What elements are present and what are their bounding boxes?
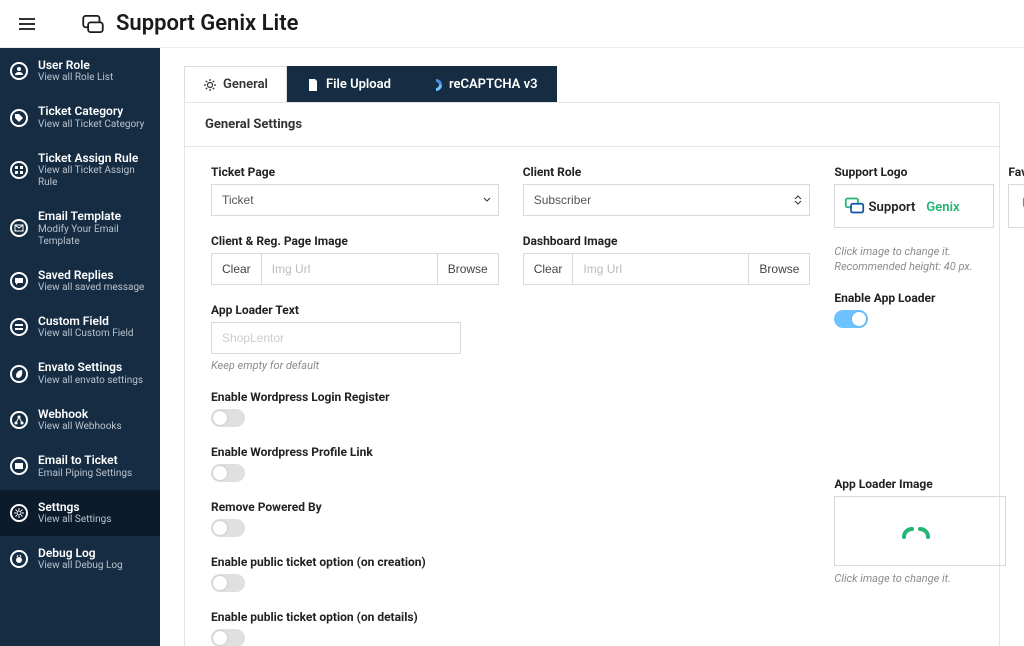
logo-caption: Click image to change it.Recommended hei… [834, 244, 1024, 275]
tag-icon [10, 109, 28, 127]
clear-button[interactable]: Clear [524, 254, 574, 284]
file-icon [306, 78, 320, 92]
tab-general[interactable]: General [184, 66, 287, 102]
webhook-icon [10, 411, 28, 429]
sidebar-item-email-template[interactable]: Email TemplateModify Your Email Template [0, 199, 160, 257]
settings-panel: General Settings Ticket Page Client Role [184, 102, 1000, 646]
sidebar-item-ticket-category[interactable]: Ticket CategoryView all Ticket Category [0, 94, 160, 140]
ticket-page-select[interactable] [211, 184, 499, 216]
logo-mark-icon [80, 11, 106, 37]
dashboard-image-input[interactable] [573, 254, 748, 284]
loader-image-field: App Loader Image Click image to change i… [834, 477, 1024, 646]
support-logo-field: Support Logo Support Genix [834, 165, 994, 228]
envelope-icon [10, 457, 28, 475]
loader-text-input[interactable] [211, 322, 461, 354]
wp-profile-toggle[interactable] [211, 464, 245, 482]
enable-loader-toggle[interactable] [834, 310, 868, 328]
gear-icon [203, 78, 217, 92]
sidebar-item-webhook[interactable]: WebhookView all Webhooks [0, 397, 160, 443]
tab-recaptcha[interactable]: reCAPTCHA v3 [410, 66, 557, 102]
main-content: General File Upload reCAPTCHA v3 General… [160, 48, 1024, 646]
sidebar-item-debug[interactable]: Debug LogView all Debug Log [0, 536, 160, 582]
favicon-image[interactable] [1008, 184, 1024, 228]
sidebar-item-custom-field[interactable]: Custom FieldView all Custom Field [0, 304, 160, 350]
panel-heading: General Settings [185, 103, 999, 147]
sidebar: User RoleView all Role List Ticket Categ… [0, 48, 160, 646]
sidebar-item-saved-replies[interactable]: Saved RepliesView all saved message [0, 258, 160, 304]
public-details-field: Enable public ticket option (on details) [211, 610, 810, 646]
dashboard-image-field: Dashboard Image Clear Browse [523, 234, 811, 285]
public-details-toggle[interactable] [211, 629, 245, 646]
sidebar-item-user-role[interactable]: User RoleView all Role List [0, 48, 160, 94]
enable-loader-field: Enable App Loader [834, 291, 1024, 461]
sidebar-item-assign-rule[interactable]: Ticket Assign RuleView all Ticket Assign… [0, 141, 160, 199]
menu-toggle-button[interactable] [10, 7, 44, 41]
browse-button[interactable]: Browse [437, 254, 498, 284]
client-image-input[interactable] [262, 254, 437, 284]
wp-login-toggle[interactable] [211, 409, 245, 427]
gear-icon [10, 504, 28, 522]
app-title: Support Genix Lite [116, 11, 299, 36]
favicon-field: Favicon [1008, 165, 1024, 228]
sidebar-item-settings[interactable]: SettngsView all Settings [0, 490, 160, 536]
hamburger-icon [19, 16, 35, 32]
support-logo-image[interactable]: Support Genix [834, 184, 994, 228]
sidebar-item-email-ticket[interactable]: Email to TicketEmail Piping Settings [0, 443, 160, 489]
client-role-select[interactable] [523, 184, 811, 216]
loader-image[interactable] [834, 496, 1006, 566]
browse-button[interactable]: Browse [748, 254, 809, 284]
spinner-icon [900, 519, 940, 543]
public-create-toggle[interactable] [211, 574, 245, 592]
grid-icon [10, 161, 28, 179]
loader-text-field: App Loader Text Keep empty for default [211, 303, 461, 372]
wp-login-field: Enable Wordpress Login Register [211, 390, 810, 427]
svg-text:Genix: Genix [927, 199, 961, 214]
public-create-field: Enable public ticket option (on creation… [211, 555, 810, 592]
app-logo: Support Genix Lite [80, 11, 299, 37]
mail-icon [10, 219, 28, 237]
client-role-field: Client Role [523, 165, 811, 216]
chat-icon [10, 272, 28, 290]
wp-profile-field: Enable Wordpress Profile Link [211, 445, 810, 482]
tab-file-upload[interactable]: File Upload [287, 66, 410, 102]
form-icon [10, 318, 28, 336]
top-bar: Support Genix Lite [0, 0, 1024, 48]
sidebar-item-envato[interactable]: Envato SettingsView all envato settings [0, 350, 160, 396]
client-image-field: Client & Reg. Page Image Clear Browse [211, 234, 499, 285]
powered-by-field: Remove Powered By [211, 500, 810, 537]
user-role-icon [10, 62, 28, 80]
ticket-page-field: Ticket Page [211, 165, 499, 216]
powered-by-toggle[interactable] [211, 519, 245, 537]
recaptcha-icon [429, 78, 443, 92]
svg-text:Support: Support [869, 199, 917, 214]
clear-button[interactable]: Clear [212, 254, 262, 284]
tabs: General File Upload reCAPTCHA v3 [184, 66, 1000, 102]
bug-icon [10, 550, 28, 568]
leaf-icon [10, 365, 28, 383]
